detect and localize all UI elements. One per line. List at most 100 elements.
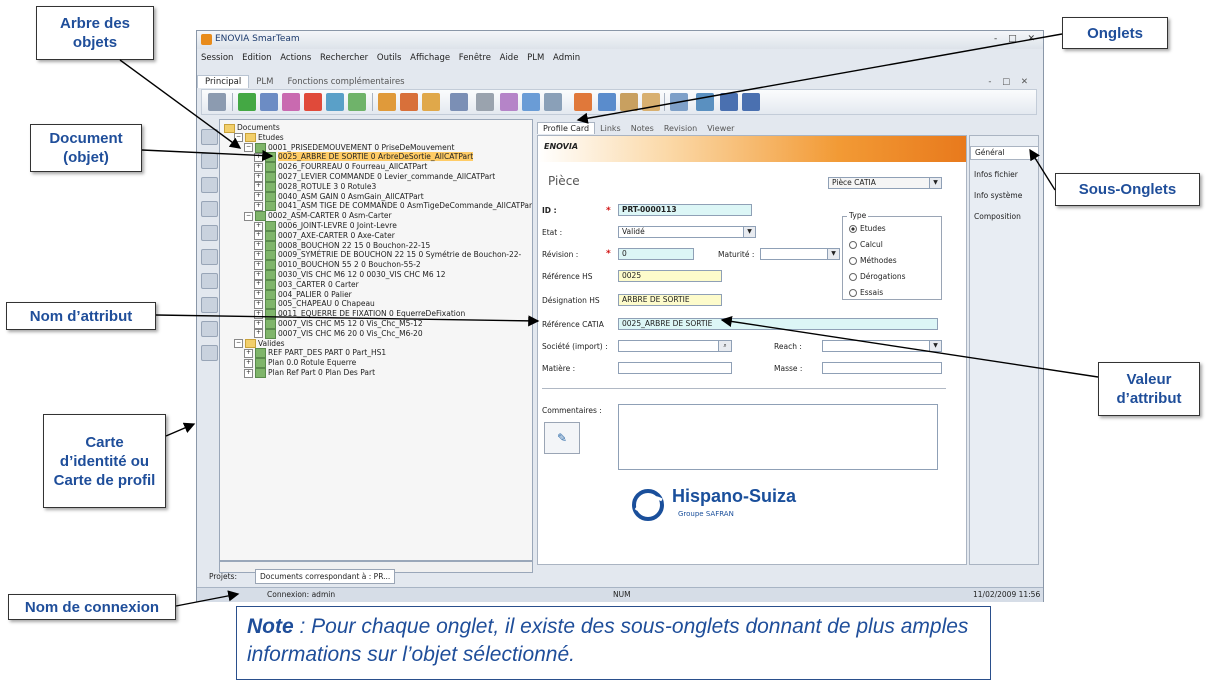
menu-fenetre[interactable]: Fenêtre <box>459 53 491 63</box>
expand-toggle-icon[interactable]: − <box>234 133 243 143</box>
expand-toggle-icon[interactable]: + <box>254 152 263 162</box>
menu-aide[interactable]: Aide <box>500 53 519 63</box>
radio-calcul[interactable]: Calcul <box>849 240 883 249</box>
link-icon[interactable] <box>260 93 278 111</box>
checkout-icon[interactable] <box>378 93 396 111</box>
tree-item[interactable]: +0041_ASM TIGE DE COMMANDE 0 AsmTigeDeCo… <box>254 201 532 212</box>
radio-methodes[interactable]: Méthodes <box>849 256 897 265</box>
menu-session[interactable]: Session <box>201 53 233 63</box>
tree-item[interactable]: +004_PALIER 0 Palier <box>254 289 352 300</box>
tree-item[interactable]: Documents <box>224 123 280 133</box>
expand-toggle-icon[interactable]: + <box>254 290 263 300</box>
tab-revision[interactable]: Revision <box>659 123 702 134</box>
menu-outils[interactable]: Outils <box>377 53 402 63</box>
globe-icon[interactable] <box>201 297 218 313</box>
subtab-infos-fichier[interactable]: Infos fichier <box>974 170 1018 179</box>
split-vertical-icon[interactable] <box>742 93 760 111</box>
menu-admin[interactable]: Admin <box>553 53 580 63</box>
masse-field[interactable] <box>822 362 942 374</box>
maturite-select[interactable]: ▼ <box>760 248 840 260</box>
tree-item[interactable]: +0030_VIS CHC M6 12 0 0030_VIS CHC M6 12 <box>254 270 446 280</box>
comment-edit-icon[interactable]: ✎ <box>544 422 580 454</box>
tab-fonctions-complementaires[interactable]: Fonctions complémentaires <box>280 76 411 88</box>
tree-item[interactable]: +0007_VIS CHC M6 20 0 Vis_Chc_M6-20 <box>254 328 423 339</box>
reference-catia-field[interactable]: 0025_ARBRE DE SORTIE <box>618 318 938 330</box>
expand-toggle-icon[interactable]: + <box>254 270 263 280</box>
tree-item[interactable]: + REF PART_DES PART 0 Part_HS1 <box>244 348 386 359</box>
expand-toggle-icon[interactable]: + <box>254 241 263 251</box>
tree-item[interactable]: − Valides <box>234 339 285 349</box>
subtab-general[interactable]: Général <box>970 146 1038 160</box>
expand-toggle-icon[interactable]: + <box>254 329 263 339</box>
split-horizontal-icon[interactable] <box>720 93 738 111</box>
etat-select[interactable]: Validé ▼ <box>618 226 756 238</box>
paste-icon[interactable] <box>642 93 660 111</box>
tab-principal[interactable]: Principal <box>197 75 250 88</box>
catalog-icon[interactable] <box>201 249 218 265</box>
chart-icon[interactable] <box>201 273 218 289</box>
tree-item[interactable]: +0026_FOURREAU 0 Fourreau_AllCATPart <box>254 162 427 173</box>
expand-toggle-icon[interactable]: + <box>254 260 263 270</box>
menu-affichage[interactable]: Affichage <box>410 53 450 63</box>
copy-icon[interactable] <box>620 93 638 111</box>
print-icon[interactable] <box>476 93 494 111</box>
tree-item[interactable]: − 0002_ASM-CARTER 0 Asm-Carter <box>244 211 392 222</box>
document-icon[interactable] <box>201 153 218 169</box>
tree-item[interactable]: +0007_AXE-CARTER 0 Axe-Cater <box>254 230 395 241</box>
class-select[interactable]: Pièce CATIA ▼ <box>828 177 942 189</box>
menu-actions[interactable]: Actions <box>280 53 311 63</box>
expand-toggle-icon[interactable]: + <box>254 319 263 329</box>
tree-item[interactable]: +0010_BOUCHON 55 2 0 Bouchon-55-2 <box>254 260 421 271</box>
designation-hs-field[interactable]: ARBRE DE SORTIE <box>618 294 722 306</box>
tree-item[interactable]: +0011_EQUERRE DE FIXATION 0 EquerreDeFix… <box>254 309 465 320</box>
where-used-icon[interactable] <box>522 93 540 111</box>
cut-icon[interactable] <box>598 93 616 111</box>
lifecycle-icon[interactable] <box>574 93 592 111</box>
expand-toggle-icon[interactable]: − <box>234 339 243 349</box>
id-field[interactable]: PRT-0000113 <box>618 204 752 216</box>
expand-toggle-icon[interactable]: + <box>254 299 263 309</box>
tree-item[interactable]: +0040_ASM GAIN 0 AsmGain_AllCATPart <box>254 191 424 202</box>
tab-plm[interactable]: PLM <box>249 76 280 88</box>
expand-toggle-icon[interactable]: − <box>244 143 253 153</box>
expand-toggle-icon[interactable]: + <box>244 358 253 368</box>
expand-toggle-icon[interactable]: + <box>254 231 263 241</box>
expand-toggle-icon[interactable]: + <box>254 172 263 182</box>
radio-derogations[interactable]: Dérogations <box>849 272 906 281</box>
filter-icon[interactable] <box>326 93 344 111</box>
radio-etudes[interactable]: Etudes <box>849 224 886 233</box>
expand-toggle-icon[interactable]: + <box>244 348 253 358</box>
expand-toggle-icon[interactable]: + <box>254 250 263 260</box>
tree-item[interactable]: +003_CARTER 0 Carter <box>254 279 359 290</box>
expand-toggle-icon[interactable]: + <box>254 309 263 319</box>
expand-toggle-icon[interactable]: + <box>254 280 263 290</box>
delete-icon[interactable] <box>304 93 322 111</box>
tree-item[interactable]: +0007_VIS CHC M5 12 0 Vis_Chc_M5-12 <box>254 319 423 329</box>
tree-item[interactable]: +0028_ROTULE 3 0 Rotule3 <box>254 181 376 192</box>
tab-links[interactable]: Links <box>595 123 626 134</box>
expand-toggle-icon[interactable]: − <box>244 211 253 221</box>
subtab-composition[interactable]: Composition <box>974 212 1021 221</box>
expand-toggle-icon[interactable]: + <box>244 368 253 378</box>
reach-select[interactable]: ▼ <box>822 340 942 352</box>
tab-profile-card[interactable]: Profile Card <box>537 122 596 134</box>
commentaires-field[interactable] <box>618 404 938 470</box>
expand-toggle-icon[interactable]: + <box>254 182 263 192</box>
tree-item[interactable]: +0027_LEVIER COMMANDE 0 Levier_commande_… <box>254 172 495 182</box>
reference-hs-field[interactable]: 0025 <box>618 270 722 282</box>
checkin-icon[interactable] <box>400 93 418 111</box>
tree-item[interactable]: − 0001_PRISEDEMOUVEMENT 0 PriseDeMouvemen… <box>244 142 454 153</box>
part-icon[interactable] <box>201 177 218 193</box>
mdi-controls[interactable]: - □ ✕ <box>981 76 1039 88</box>
window-controls[interactable]: - □ ✕ <box>994 34 1039 44</box>
view-icon[interactable] <box>544 93 562 111</box>
tree-item[interactable]: + Plan 0.0 Rotule Equerre <box>244 358 356 369</box>
add-icon[interactable] <box>238 93 256 111</box>
release-icon[interactable] <box>422 93 440 111</box>
menu-rechercher[interactable]: Rechercher <box>320 53 368 63</box>
insert-icon[interactable] <box>348 93 366 111</box>
societe-field[interactable]: ⌕ <box>618 340 732 352</box>
subtab-info-systeme[interactable]: Info système <box>974 191 1022 200</box>
tree-item[interactable]: +0025_ARBRE DE SORTIE 0 ArbreDeSortie_Al… <box>254 152 474 163</box>
tree-item[interactable]: +0008_BOUCHON 22 15 0 Bouchon-22-15 <box>254 240 430 251</box>
